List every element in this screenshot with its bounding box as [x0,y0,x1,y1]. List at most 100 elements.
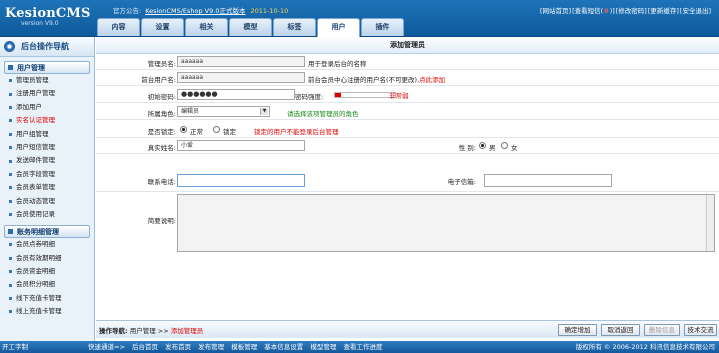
breadcrumb-user-mgmt[interactable]: 用户管理 [130,327,156,335]
front-user-note-text: 前台会员中心注册的用户名(不可更改), [308,76,420,84]
row-admin-name: 管理员名: aaaaaa 用于登录后台的名称 [96,54,719,70]
quick-link-admin-home[interactable]: 后台首页 [132,343,158,351]
sidebar-item[interactable]: 线下充值卡管理 [9,292,94,305]
row-contact: 联系电话: 电子信箱: [96,154,719,192]
bullet-icon [9,297,12,301]
sidebar-header: 后台操作导航 [0,37,94,57]
tab-plugins[interactable]: 插件 [361,18,404,36]
admin-name-label: 管理员名: [147,60,176,68]
square-bullet-icon [8,65,13,70]
tab-content[interactable]: 内容 [97,18,140,36]
tab-tags[interactable]: 标签 [273,18,316,36]
email-input[interactable] [484,174,612,187]
front-user-note: 前台会员中心注册的用户名(不可更改),点此添加 [308,74,445,84]
bullet-icon [9,186,12,190]
sidebar-item-label: 注册用户管理 [16,89,55,98]
sidebar-item-highlighted[interactable]: 实名认证管理 [9,114,94,127]
tech-exchange-button[interactable]: 技术交流 [684,324,717,336]
tab-users[interactable]: 用户 [317,18,360,37]
front-user-input[interactable]: aaaaaa [177,72,305,83]
refresh-cache-link[interactable]: [更新缓存] [648,7,679,15]
quick-link-work-progress[interactable]: 查看工作进度 [343,343,382,351]
delete-info-button[interactable]: 删除信息 [644,324,680,336]
cancel-return-button[interactable]: 取消返回 [601,324,640,336]
sidebar-item[interactable]: 注册用户管理 [9,87,94,100]
messages-link[interactable]: [查看短信( [572,7,603,15]
lock-locked-radio[interactable] [213,126,220,133]
quick-link-template-mgmt[interactable]: 模板管理 [231,343,257,351]
sidebar-item[interactable]: 发送邮件管理 [9,154,94,167]
quick-link-basic-settings[interactable]: 基本信息设置 [264,343,303,351]
gender-female-radio[interactable] [501,142,508,149]
quick-link-publish-home[interactable]: 发布首页 [165,343,191,351]
quick-links-label: 快速通道=> [88,343,125,351]
realname-label: 真实姓名: [147,144,176,152]
sidebar-item[interactable]: 添加用户 [9,101,94,114]
announce-date: 2011-10-10 [250,7,289,15]
sidebar-item[interactable]: 用户组管理 [9,128,94,141]
sidebar-item[interactable]: 会员资金明细 [9,265,94,278]
logo-version: version V9.0 [21,20,59,27]
add-user-link[interactable]: 点此添加 [419,76,445,84]
sidebar-group-label: 账务明细管理 [17,227,59,236]
sidebar-item[interactable]: 管理员管理 [9,74,94,87]
status-left-text: 开工字制 [2,343,28,351]
confirm-add-button[interactable]: 确定增加 [558,324,597,336]
bullet-icon [9,283,12,287]
admin-name-input[interactable]: aaaaaa [177,56,305,67]
sidebar-item-label: 会员表单管理 [16,183,55,192]
textarea-scrollbar[interactable] [706,195,714,251]
lock-normal-label: 正常 [190,128,203,136]
logo-title: KesionCMS [5,6,91,21]
sidebar-group-accounts[interactable]: 账务明细管理 [4,225,90,239]
quick-link-model-mgmt[interactable]: 模型管理 [310,343,336,351]
sidebar-item[interactable]: 会员有效期明细 [9,252,94,265]
announce-label: 官方公告: [113,7,142,15]
sidebar-item[interactable]: 会员积分明细 [9,278,94,291]
lock-note: 锁定的用户不能登录后台管理 [254,128,339,136]
sidebar-item-label: 会员点券明细 [16,240,55,249]
phone-input[interactable] [177,174,305,187]
bullet-icon [9,199,12,203]
sidebar-item[interactable]: 会员表单管理 [9,181,94,194]
row-front-user: 前台用户名: aaaaaa 前台会员中心注册的用户名(不可更改),点此添加 [96,70,719,86]
gender-label: 性 别: [458,144,476,152]
bullet-icon [9,172,12,176]
realname-input[interactable]: 小爱 [177,140,305,151]
gender-male-radio[interactable] [479,142,486,149]
tab-models[interactable]: 模型 [229,18,272,36]
gender-male-label: 男 [489,144,496,152]
quick-link-publish-mgmt[interactable]: 发布管理 [198,343,224,351]
logout-link[interactable]: [安全退出] [680,7,711,15]
tab-settings[interactable]: 设置 [141,18,184,36]
change-password-link[interactable]: [修改密码] [616,7,647,15]
tab-related[interactable]: 相关 [185,18,228,36]
role-select[interactable]: 编辑员 ▼ [177,106,270,117]
bullet-icon [9,256,12,260]
sidebar-item-label: 添加用户 [16,102,42,111]
intro-textarea[interactable] [177,194,715,252]
sidebar-item[interactable]: 会员使用记录 [9,208,94,221]
breadcrumb-label: 操作导航: [99,327,128,335]
sidebar-group-user-management[interactable]: 用户管理 [4,61,90,74]
sidebar-item[interactable]: 会员动态管理 [9,195,94,208]
password-strength-label: 密码强度: [295,93,324,101]
row-lock: 是否锁定: 正常 锁定 锁定的用户不能登录后台管理 [96,120,719,138]
main-form-panel: 添加管理员 管理员名: aaaaaa 用于登录后台的名称 前台用户名: aaaa… [96,37,719,341]
sidebar-item-label: 会员积分明细 [16,280,55,289]
sidebar-item[interactable]: 线上充值卡管理 [9,305,94,318]
init-password-input[interactable]: ●●●●●● [177,89,295,100]
announce-link[interactable]: KesionCMS/Eshop V9.0正式版本 [145,7,245,15]
sidebar-item-label: 会员字段管理 [16,169,55,178]
home-link[interactable]: [网站首页] [540,7,571,15]
chevron-down-icon: ▼ [260,108,268,115]
logo: KesionCMS version V9.0 [5,6,95,34]
sidebar-item[interactable]: 会员点券明细 [9,238,94,251]
lock-normal-radio[interactable] [180,126,187,133]
sidebar-item[interactable]: 会员字段管理 [9,168,94,181]
sidebar-item-label: 用户组管理 [16,129,49,138]
breadcrumb-current: 添加管理员 [170,327,204,335]
lock-label: 是否锁定: [147,128,176,136]
sidebar: 后台操作导航 用户管理 管理员管理 注册用户管理 添加用户 实名认证管理 用户组… [0,37,95,353]
sidebar-item[interactable]: 用户短信管理 [9,141,94,154]
